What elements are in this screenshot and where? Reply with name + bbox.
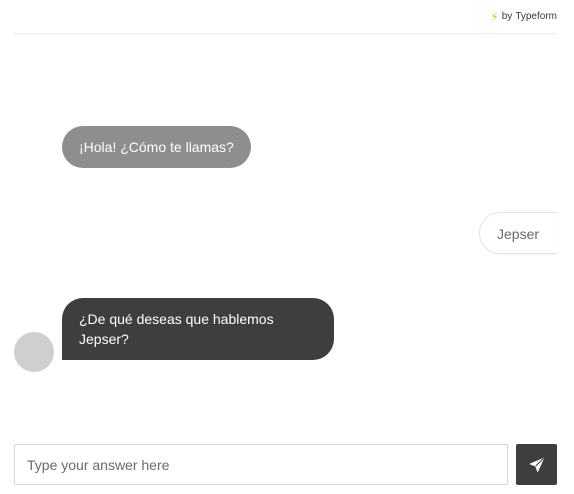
- bot-message: ¡Hola! ¿Cómo te llamas?: [62, 126, 251, 168]
- typeform-brand-link[interactable]: ⚡ by Typeform: [490, 9, 557, 24]
- header: ⚡ by Typeform: [14, 0, 557, 34]
- answer-input[interactable]: [14, 444, 508, 485]
- brand-prefix: by: [501, 11, 513, 22]
- send-button[interactable]: [516, 444, 557, 485]
- paper-plane-icon: [529, 457, 544, 472]
- bot-avatar: [14, 332, 54, 372]
- lightning-bolt-icon: ⚡: [490, 9, 499, 24]
- bot-message-latest: ¿De qué deseas que hablemos Jepser?: [62, 298, 334, 360]
- user-message: Jepser: [479, 212, 557, 254]
- brand-name: Typeform: [515, 11, 557, 22]
